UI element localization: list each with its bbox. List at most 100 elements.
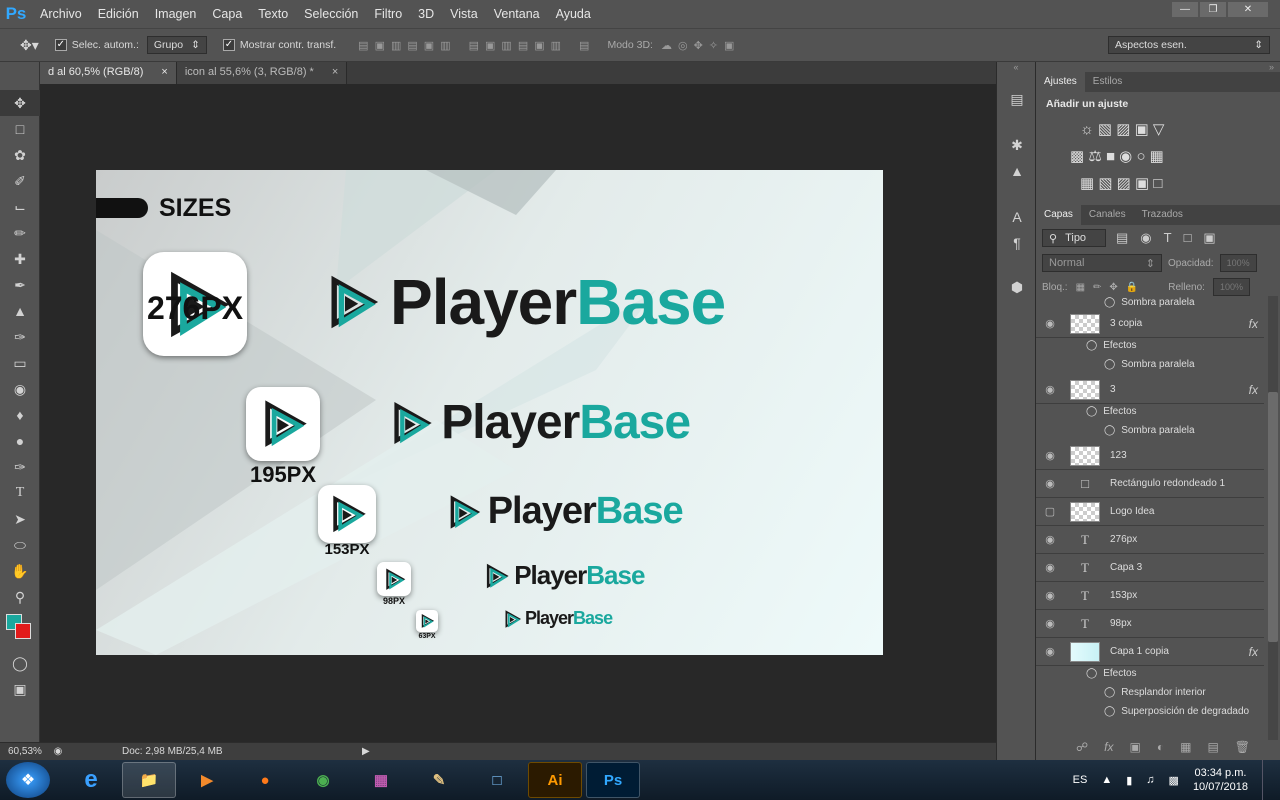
- explorer-icon[interactable]: 📁: [122, 762, 176, 798]
- status-arrow-icon[interactable]: ▶: [362, 746, 370, 757]
- history-panel-icon[interactable]: ▤: [997, 86, 1037, 112]
- document-canvas[interactable]: SIZES 276PX PlayerBase 195PX PlayerBase 153P…: [96, 170, 883, 655]
- eye-icon[interactable]: ◯: [1104, 359, 1115, 370]
- menu-texto[interactable]: Texto: [250, 7, 296, 21]
- layer-effect-row[interactable]: ◯ Efectos: [1086, 406, 1137, 417]
- layer-row[interactable]: ◉ T 98px: [1036, 610, 1264, 638]
- status-icon[interactable]: ◉: [48, 746, 68, 757]
- tab-capas[interactable]: Capas: [1036, 205, 1081, 225]
- move-tool-icon[interactable]: ✥▾: [20, 37, 39, 54]
- tab-trazados[interactable]: Trazados: [1134, 205, 1191, 225]
- language-indicator[interactable]: ES: [1073, 774, 1088, 786]
- close-button[interactable]: ✕: [1228, 2, 1268, 17]
- layer-row[interactable]: ◉ 3 fx: [1036, 376, 1264, 404]
- tab-close-icon[interactable]: ×: [161, 66, 167, 80]
- paint-icon[interactable]: ✎: [412, 762, 466, 798]
- quick-mask-icon[interactable]: ◯: [0, 650, 40, 676]
- eye-icon[interactable]: ◯: [1104, 706, 1115, 717]
- signal-icon[interactable]: ▩: [1169, 774, 1179, 787]
- layer-effect-row[interactable]: ◯ Efectos: [1086, 340, 1137, 351]
- layer-row[interactable]: ◉ T 276px: [1036, 526, 1264, 554]
- eye-icon[interactable]: ◯: [1104, 297, 1115, 308]
- tab-canales[interactable]: Canales: [1081, 205, 1134, 225]
- quick-select-tool-icon[interactable]: ✐: [0, 168, 40, 194]
- healing-tool-icon[interactable]: ✚: [0, 246, 40, 272]
- layer-row[interactable]: ◉ 123: [1036, 442, 1264, 470]
- menu-ayuda[interactable]: Ayuda: [548, 7, 599, 21]
- photos-icon[interactable]: □: [470, 762, 524, 798]
- layer-row[interactable]: ◉ T Capa 3: [1036, 554, 1264, 582]
- layer-effect-row[interactable]: ◯ Resplandor interior: [1104, 687, 1206, 698]
- fx-icon[interactable]: fx: [1249, 383, 1258, 397]
- eye-icon[interactable]: ◯: [1086, 668, 1097, 679]
- network-icon[interactable]: ▮: [1126, 774, 1132, 787]
- volume-icon[interactable]: ♫: [1146, 774, 1154, 786]
- tray-arrow-icon[interactable]: ▲: [1101, 774, 1112, 786]
- crop-tool-icon[interactable]: ⌙: [0, 194, 40, 220]
- ellipse-tool-icon[interactable]: ⬭: [0, 532, 40, 558]
- hand-tool-icon[interactable]: ✋: [0, 558, 40, 584]
- menu-capa[interactable]: Capa: [204, 7, 250, 21]
- zoom-level[interactable]: 60,53%: [0, 746, 48, 757]
- menu-imagen[interactable]: Imagen: [147, 7, 205, 21]
- clock-date[interactable]: 10/07/2018: [1193, 780, 1248, 794]
- navigator-panel-icon[interactable]: ✱: [997, 132, 1037, 158]
- layer-filter-dropdown[interactable]: ⚲ Tipo: [1042, 229, 1106, 247]
- 3d-panel-icon[interactable]: ⬢: [997, 274, 1037, 300]
- tab-close-icon[interactable]: ×: [332, 66, 338, 80]
- type-tool-icon[interactable]: T: [0, 480, 40, 506]
- layer-row[interactable]: ◉ □ Rectángulo redondeado 1: [1036, 470, 1264, 498]
- 3d-mode-icons[interactable]: ☁ ◎ ✥ ✧ ▣: [661, 39, 734, 52]
- histogram-panel-icon[interactable]: ▲: [997, 158, 1037, 184]
- eye-icon[interactable]: ◯: [1104, 425, 1115, 436]
- menu-archivo[interactable]: Archivo: [32, 7, 90, 21]
- eye-icon[interactable]: ◯: [1104, 687, 1115, 698]
- opacity-input[interactable]: 100%: [1219, 254, 1257, 272]
- auto-select-checkbox[interactable]: ✓: [54, 39, 67, 51]
- show-desktop-button[interactable]: [1262, 760, 1272, 800]
- eye-icon[interactable]: ◉: [1036, 589, 1064, 602]
- path-select-tool-icon[interactable]: ➤: [0, 506, 40, 532]
- brush-tool-icon[interactable]: ✒: [0, 272, 40, 298]
- photoshop-task-icon[interactable]: Ps: [586, 762, 640, 798]
- layer-row[interactable]: ▢ Logo Idea: [1036, 498, 1264, 526]
- media-player-icon[interactable]: ▶: [180, 762, 234, 798]
- stamp-tool-icon[interactable]: ▲: [0, 298, 40, 324]
- paragraph-panel-icon[interactable]: ¶: [997, 230, 1037, 256]
- fx-icon[interactable]: fx: [1249, 317, 1258, 331]
- tab-document-1[interactable]: d al 60,5% (RGB/8) ×: [40, 62, 177, 84]
- blur-tool-icon[interactable]: ♦: [0, 402, 40, 428]
- eraser-tool-icon[interactable]: ▭: [0, 350, 40, 376]
- eye-icon[interactable]: ◯: [1086, 406, 1097, 417]
- eye-icon[interactable]: ◉: [1036, 449, 1064, 462]
- fx-icon[interactable]: fx: [1249, 645, 1258, 659]
- lasso-tool-icon[interactable]: ✿: [0, 142, 40, 168]
- menu-ventana[interactable]: Ventana: [486, 7, 548, 21]
- menu-edicion[interactable]: Edición: [90, 7, 147, 21]
- zoom-tool-icon[interactable]: ⚲: [0, 584, 40, 610]
- eye-icon[interactable]: ◉: [1036, 477, 1064, 490]
- layer-effect-row[interactable]: ◯ Sombra paralela: [1104, 359, 1195, 370]
- history-brush-icon[interactable]: ✑: [0, 324, 40, 350]
- eyedropper-tool-icon[interactable]: ✏: [0, 220, 40, 246]
- blend-mode-dropdown[interactable]: Normal ⇕: [1042, 254, 1162, 272]
- eye-icon[interactable]: ◉: [1036, 533, 1064, 546]
- tab-estilos[interactable]: Estilos: [1085, 72, 1130, 92]
- menu-filtro[interactable]: Filtro: [366, 7, 410, 21]
- ie-icon[interactable]: e: [64, 762, 118, 798]
- marquee-tool-icon[interactable]: □: [0, 116, 40, 142]
- eye-icon[interactable]: ◉: [1036, 317, 1064, 330]
- layer-effect-row[interactable]: ◯ Efectos: [1086, 668, 1137, 679]
- illustrator-icon[interactable]: Ai: [528, 762, 582, 798]
- layer-row[interactable]: ◉ T 153px: [1036, 582, 1264, 610]
- move-tool-icon[interactable]: ✥: [0, 90, 40, 116]
- winrar-icon[interactable]: ▦: [354, 762, 408, 798]
- menu-vista[interactable]: Vista: [442, 7, 486, 21]
- layer-row[interactable]: ◉ 3 copia fx: [1036, 310, 1264, 338]
- tab-document-2[interactable]: icon al 55,6% (3, RGB/8) * ×: [176, 62, 348, 84]
- align-icons[interactable]: ▤ ▣ ▥ ▤ ▣ ▥ ▤ ▣ ▥ ▤ ▣ ▥ ▤: [358, 39, 589, 52]
- eye-icon[interactable]: ◉: [1036, 383, 1064, 396]
- layer-filter-icons[interactable]: ▤◉T□▣: [1116, 230, 1228, 246]
- adjustment-icons[interactable]: ☼ ▧ ▨ ▣ ▽ ▩ ⚖ ■ ◉ ○ ▦ ▦ ▧ ▨ ▣ □: [1036, 116, 1280, 197]
- pen-tool-icon[interactable]: ✑: [0, 454, 40, 480]
